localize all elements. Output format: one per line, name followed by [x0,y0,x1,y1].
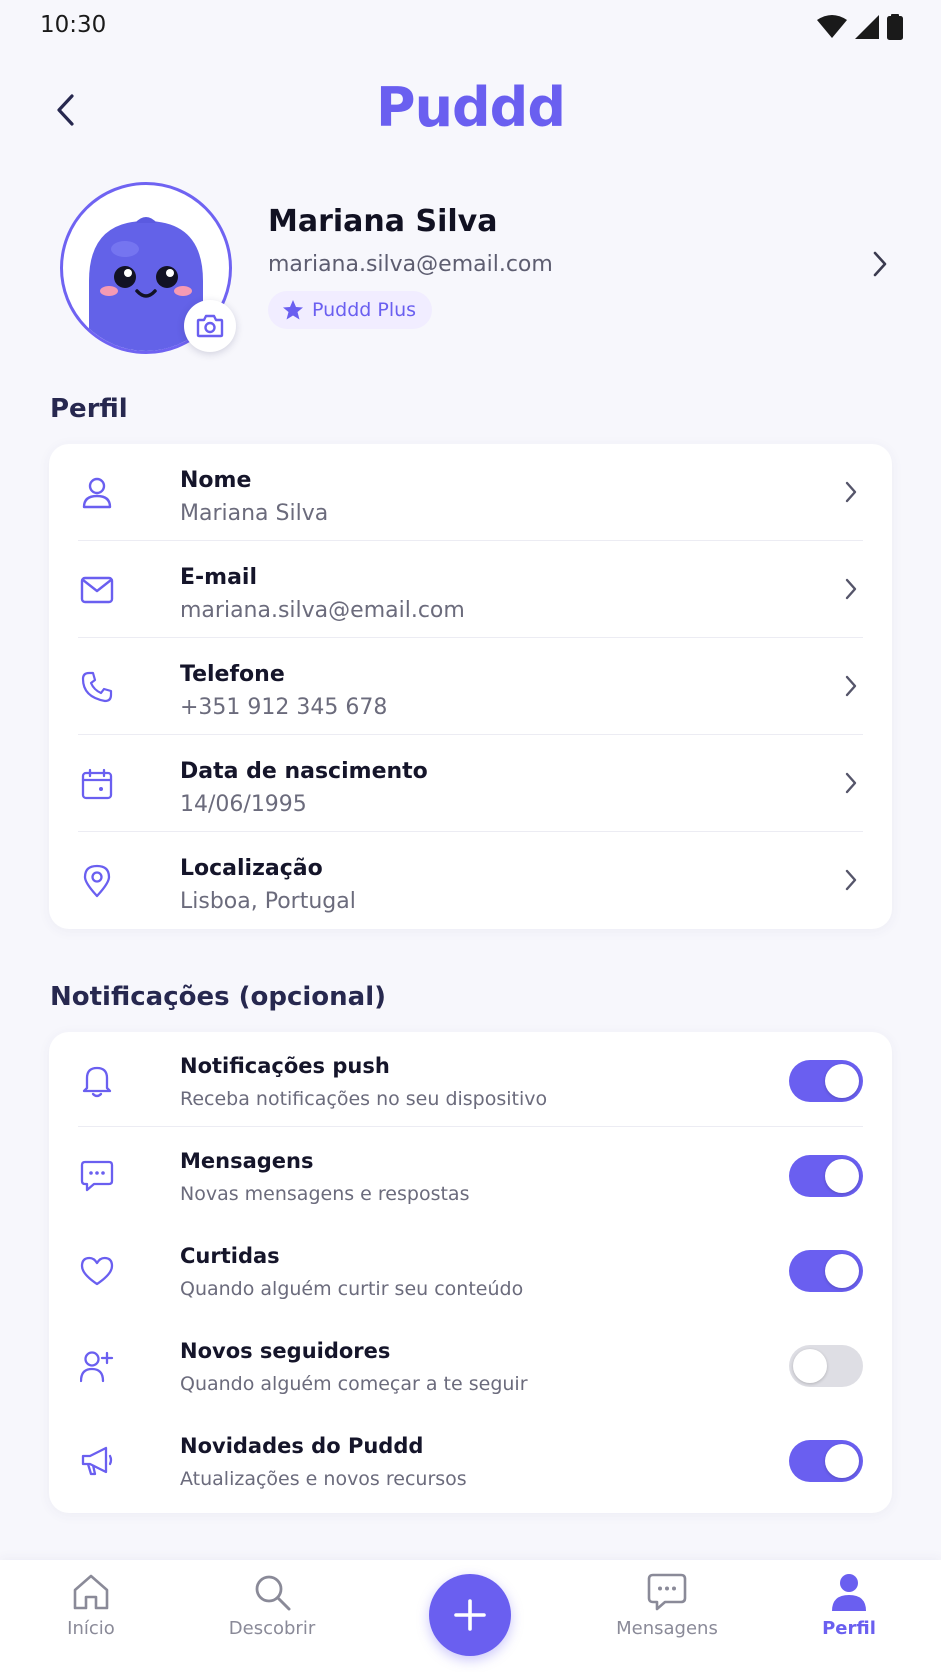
profile-summary[interactable]: Mariana Silva mariana.silva@email.com Pu… [0,180,941,360]
perfil-row-value: +351 912 345 678 [180,695,388,720]
chevron-right-icon [843,480,859,508]
mail-icon [78,571,116,609]
nav-label: Perfil [822,1618,876,1639]
perfil-card: Nome Mariana Silva E-mail mariana.silva@… [49,444,892,929]
notif-row-label: Novos seguidores [180,1339,391,1363]
notif-row-push: Notificações push Receba notificações no… [78,1032,863,1127]
perfil-row-label: Nome [180,468,252,493]
nav-label: Mensagens [616,1618,718,1639]
user-plus-icon [78,1347,116,1385]
bottom-nav: Início Descobrir Mensagens Perfil [0,1560,941,1672]
perfil-row-telefone[interactable]: Telefone +351 912 345 678 [78,638,863,735]
notif-row-novidades: Novidades do Puddd Atualizações e novos … [78,1412,863,1507]
nav-descobrir[interactable]: Descobrir [207,1572,337,1662]
toggle-knob [825,1254,859,1288]
chevron-right-icon [843,868,859,896]
notif-row-description: Quando alguém curtir seu conteúdo [180,1278,524,1300]
toggle-curtidas[interactable] [789,1250,863,1292]
plan-badge: Puddd Plus [268,291,433,329]
nav-perfil[interactable]: Perfil [784,1572,914,1662]
signal-icon [855,15,879,39]
notif-row-novos-seguidores: Novos seguidores Quando alguém começar a… [78,1317,863,1412]
perfil-row-email[interactable]: E-mail mariana.silva@email.com [78,541,863,638]
perfil-row-label: Telefone [180,662,285,687]
perfil-row-value: mariana.silva@email.com [180,598,465,623]
change-photo-button[interactable] [184,300,236,352]
nav-label: Descobrir [228,1618,316,1639]
toggle-novidades[interactable] [789,1440,863,1482]
notif-row-label: Mensagens [180,1149,314,1173]
chat-bubble-icon [78,1157,116,1195]
profile-email: mariana.silva@email.com [268,252,553,277]
notif-row-curtidas: Curtidas Quando alguém curtir seu conteú… [78,1222,863,1317]
user-icon [78,474,116,512]
notif-row-label: Notificações push [180,1054,390,1078]
profile-chevron-icon [871,250,889,282]
nav-inicio[interactable]: Início [26,1572,156,1662]
calendar-icon [78,765,116,803]
notif-row-description: Receba notificações no seu dispositivo [180,1088,548,1110]
section-title-notificacoes: Notificações (opcional) [50,982,387,1012]
notif-row-description: Novas mensagens e respostas [180,1183,470,1205]
search-icon [255,1575,291,1611]
perfil-row-nome[interactable]: Nome Mariana Silva [78,444,863,541]
perfil-row-localizacao[interactable]: Localização Lisboa, Portugal [78,832,863,929]
bell-icon [78,1062,116,1100]
notifications-card: Notificações push Receba notificações no… [49,1032,892,1513]
status-time: 10:30 [40,12,107,38]
toggle-knob [825,1064,859,1098]
notif-row-description: Atualizações e novos recursos [180,1468,467,1490]
perfil-row-data-nascimento[interactable]: Data de nascimento 14/06/1995 [78,735,863,832]
home-icon [73,1574,109,1610]
megaphone-icon [78,1442,116,1480]
status-bar: 10:30 [0,0,941,56]
notif-row-description: Quando alguém começar a te seguir [180,1373,528,1395]
chevron-right-icon [843,577,859,605]
location-pin-icon [78,862,116,900]
plan-badge-label: Puddd Plus [312,299,417,321]
toggle-knob [825,1444,859,1478]
perfil-row-label: E-mail [180,565,258,590]
user-icon [832,1574,866,1611]
nav-mensagens[interactable]: Mensagens [602,1572,732,1662]
create-post-fab[interactable] [429,1574,511,1656]
plus-icon [454,1599,486,1631]
perfil-row-value: Mariana Silva [180,501,329,526]
toggle-novos-seguidores[interactable] [789,1345,863,1387]
app-header: Puddd [0,70,941,150]
status-icons [817,14,903,40]
notif-row-mensagens: Mensagens Novas mensagens e respostas [78,1127,863,1222]
toggle-knob [793,1349,827,1383]
app-logo: Puddd [376,76,566,139]
perfil-row-label: Data de nascimento [180,759,428,784]
phone-icon [78,668,116,706]
chevron-right-icon [843,674,859,702]
chevron-right-icon [843,771,859,799]
toggle-knob [825,1159,859,1193]
battery-icon [887,14,903,40]
perfil-row-value: Lisboa, Portugal [180,889,356,914]
toggle-notificacoes-push[interactable] [789,1060,863,1102]
notif-row-label: Curtidas [180,1244,280,1268]
camera-icon [196,314,224,338]
nav-label: Início [67,1618,115,1639]
perfil-row-value: 14/06/1995 [180,792,307,817]
heart-icon [78,1252,116,1290]
notif-row-label: Novidades do Puddd [180,1434,424,1458]
profile-name: Mariana Silva [268,204,498,239]
wifi-icon [817,15,847,38]
chat-bubble-icon [647,1573,687,1611]
section-title-perfil: Perfil [50,394,128,424]
star-icon [283,300,303,320]
toggle-mensagens[interactable] [789,1155,863,1197]
perfil-row-label: Localização [180,856,323,881]
